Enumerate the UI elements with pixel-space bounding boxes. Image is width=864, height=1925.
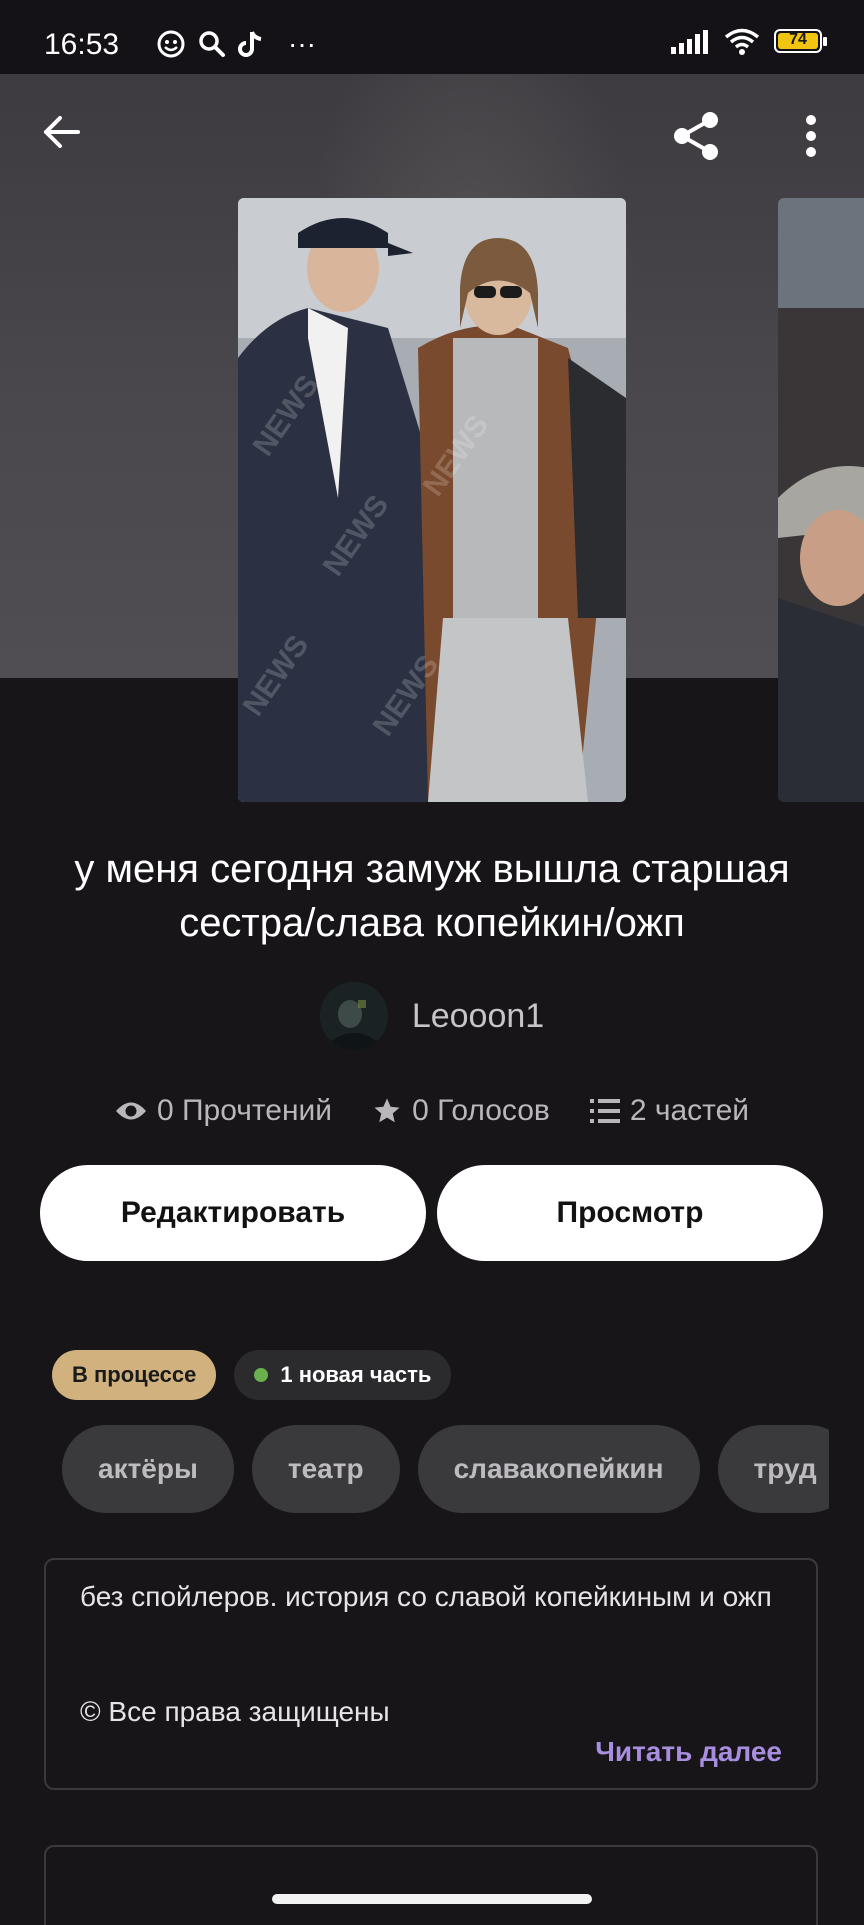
reads-count: 0 Прочтений xyxy=(156,1094,333,1127)
eye-icon xyxy=(115,1102,146,1120)
tag-chip[interactable]: актёры xyxy=(62,1425,234,1513)
reads-stat: 0 Прочтений xyxy=(115,1094,332,1128)
story-stats: 0 Прочтений 0 Голосов 2 частей xyxy=(0,1090,864,1132)
share-icon xyxy=(674,112,718,160)
tag-chip[interactable]: славакопейкин xyxy=(417,1425,700,1513)
new-indicator-dot xyxy=(254,1368,269,1382)
preview-button[interactable]: Просмотр xyxy=(437,1165,823,1261)
tag-chip[interactable]: театр xyxy=(251,1425,400,1513)
emoji-app-icon xyxy=(157,30,185,58)
story-cover[interactable]: NEWS NEWS NEWS NEWS NEWS xyxy=(238,198,626,802)
status-badge: В процессе xyxy=(52,1350,217,1400)
new-part-label: 1 новая часть xyxy=(280,1362,432,1387)
more-options-button[interactable] xyxy=(786,104,836,168)
votes-stat: 0 Голосов xyxy=(372,1094,550,1128)
status-bar: 16:53 ··· 74 xyxy=(0,0,864,74)
search-icon xyxy=(199,31,225,57)
more-vertical-icon xyxy=(806,115,816,157)
edit-button[interactable]: Редактировать xyxy=(40,1165,426,1261)
avatar[interactable] xyxy=(319,982,388,1050)
status-system-icons: 74 xyxy=(670,28,828,56)
tag-list[interactable]: актёры театр славакопейкин труд xyxy=(62,1425,829,1515)
share-button[interactable] xyxy=(664,104,728,168)
star-icon xyxy=(374,1098,400,1123)
battery-level: 74 xyxy=(789,31,807,48)
parts-stat: 2 частей xyxy=(589,1094,750,1128)
list-icon xyxy=(589,1099,620,1123)
avatar-image xyxy=(319,982,388,1050)
next-story-cover[interactable] xyxy=(778,198,864,802)
votes-count: 0 Голосов xyxy=(412,1094,550,1127)
read-more-link[interactable]: Читать далее xyxy=(595,1736,782,1768)
cover-photo: NEWS NEWS NEWS NEWS NEWS xyxy=(238,198,626,802)
home-indicator[interactable] xyxy=(272,1894,592,1904)
author-row[interactable]: Leooon1 xyxy=(0,980,864,1052)
tiktok-icon xyxy=(238,31,262,57)
signal-icon xyxy=(671,30,708,54)
copyright-text: © Все права защищены xyxy=(80,1696,390,1727)
battery-icon: 74 xyxy=(774,29,828,55)
status-time: 16:53 xyxy=(44,28,120,61)
parts-count: 2 частей xyxy=(629,1094,750,1127)
description-card: без спойлеров. история со славой копейки… xyxy=(44,1558,818,1790)
story-title: у меня сегодня замуж вышла старшая сестр… xyxy=(74,847,790,945)
new-part-badge[interactable]: 1 новая часть xyxy=(234,1350,452,1400)
tag-chip[interactable]: труд xyxy=(717,1425,829,1513)
author-name[interactable]: Leooon1 xyxy=(412,997,544,1036)
wifi-icon xyxy=(724,28,760,55)
back-button[interactable] xyxy=(30,100,94,164)
next-cover-photo xyxy=(778,198,864,802)
next-section-card xyxy=(44,1845,818,1925)
more-notifications-icon: ··· xyxy=(288,28,316,59)
status-notification-icons: ··· xyxy=(156,28,316,60)
story-badges: В процессе 1 новая часть xyxy=(52,1350,452,1400)
description-text: без спойлеров. история со славой копейки… xyxy=(80,1581,772,1612)
arrow-left-icon xyxy=(44,116,80,148)
